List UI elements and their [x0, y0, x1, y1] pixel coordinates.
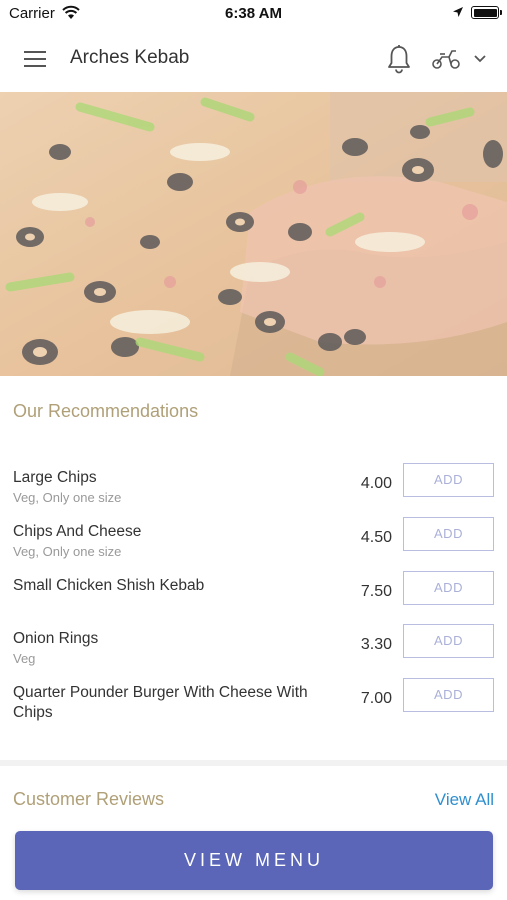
list-item: Chips And Cheese Veg, Only one size 4.50… — [0, 517, 507, 572]
clock: 6:38 AM — [225, 5, 282, 22]
restaurant-title: Arches Kebab — [70, 47, 190, 68]
app-header: Arches Kebab — [0, 26, 507, 92]
section-divider — [0, 760, 507, 766]
item-name: Quarter Pounder Burger With Cheese With … — [13, 684, 308, 721]
item-price: 4.00 — [360, 475, 392, 492]
location-arrow-icon — [453, 7, 463, 17]
add-button[interactable]: ADD — [403, 517, 494, 551]
add-button[interactable]: ADD — [403, 678, 494, 712]
list-item: Onion Rings Veg 3.30 ADD — [0, 624, 507, 679]
menu-icon[interactable] — [24, 51, 46, 67]
bell-icon[interactable] — [386, 44, 412, 74]
list-item: Quarter Pounder Burger With Cheese With … — [0, 678, 507, 733]
item-name: Onion Rings — [13, 630, 99, 647]
battery-tip — [500, 10, 502, 15]
recommendations-title: Our Recommendations — [13, 401, 199, 421]
item-name: Large Chips — [13, 469, 97, 486]
item-price: 3.30 — [360, 636, 392, 653]
item-price: 7.50 — [360, 583, 392, 600]
item-price: 7.00 — [360, 690, 392, 707]
battery-icon — [471, 6, 499, 19]
status-bar: Carrier 6:38 AM — [0, 0, 507, 26]
item-subtitle: Veg — [13, 651, 36, 666]
pizza-image — [0, 92, 507, 376]
item-name: Chips And Cheese — [13, 523, 142, 540]
view-all-link[interactable]: View All — [435, 790, 494, 810]
chevron-down-icon[interactable] — [473, 54, 487, 63]
scooter-icon[interactable] — [431, 48, 461, 70]
add-button[interactable]: ADD — [403, 624, 494, 658]
add-button[interactable]: ADD — [403, 571, 494, 605]
item-price: 4.50 — [360, 529, 392, 546]
item-name: Small Chicken Shish Kebab — [13, 577, 205, 594]
item-subtitle: Veg, Only one size — [13, 490, 122, 505]
list-item: Small Chicken Shish Kebab 7.50 ADD — [0, 571, 507, 626]
view-menu-button[interactable]: VIEW MENU — [15, 831, 493, 890]
add-button[interactable]: ADD — [403, 463, 494, 497]
hero-image — [0, 92, 507, 376]
list-item: Large Chips Veg, Only one size 4.00 ADD — [0, 463, 507, 518]
reviews-title: Customer Reviews — [13, 789, 165, 809]
item-subtitle: Veg, Only one size — [13, 544, 122, 559]
